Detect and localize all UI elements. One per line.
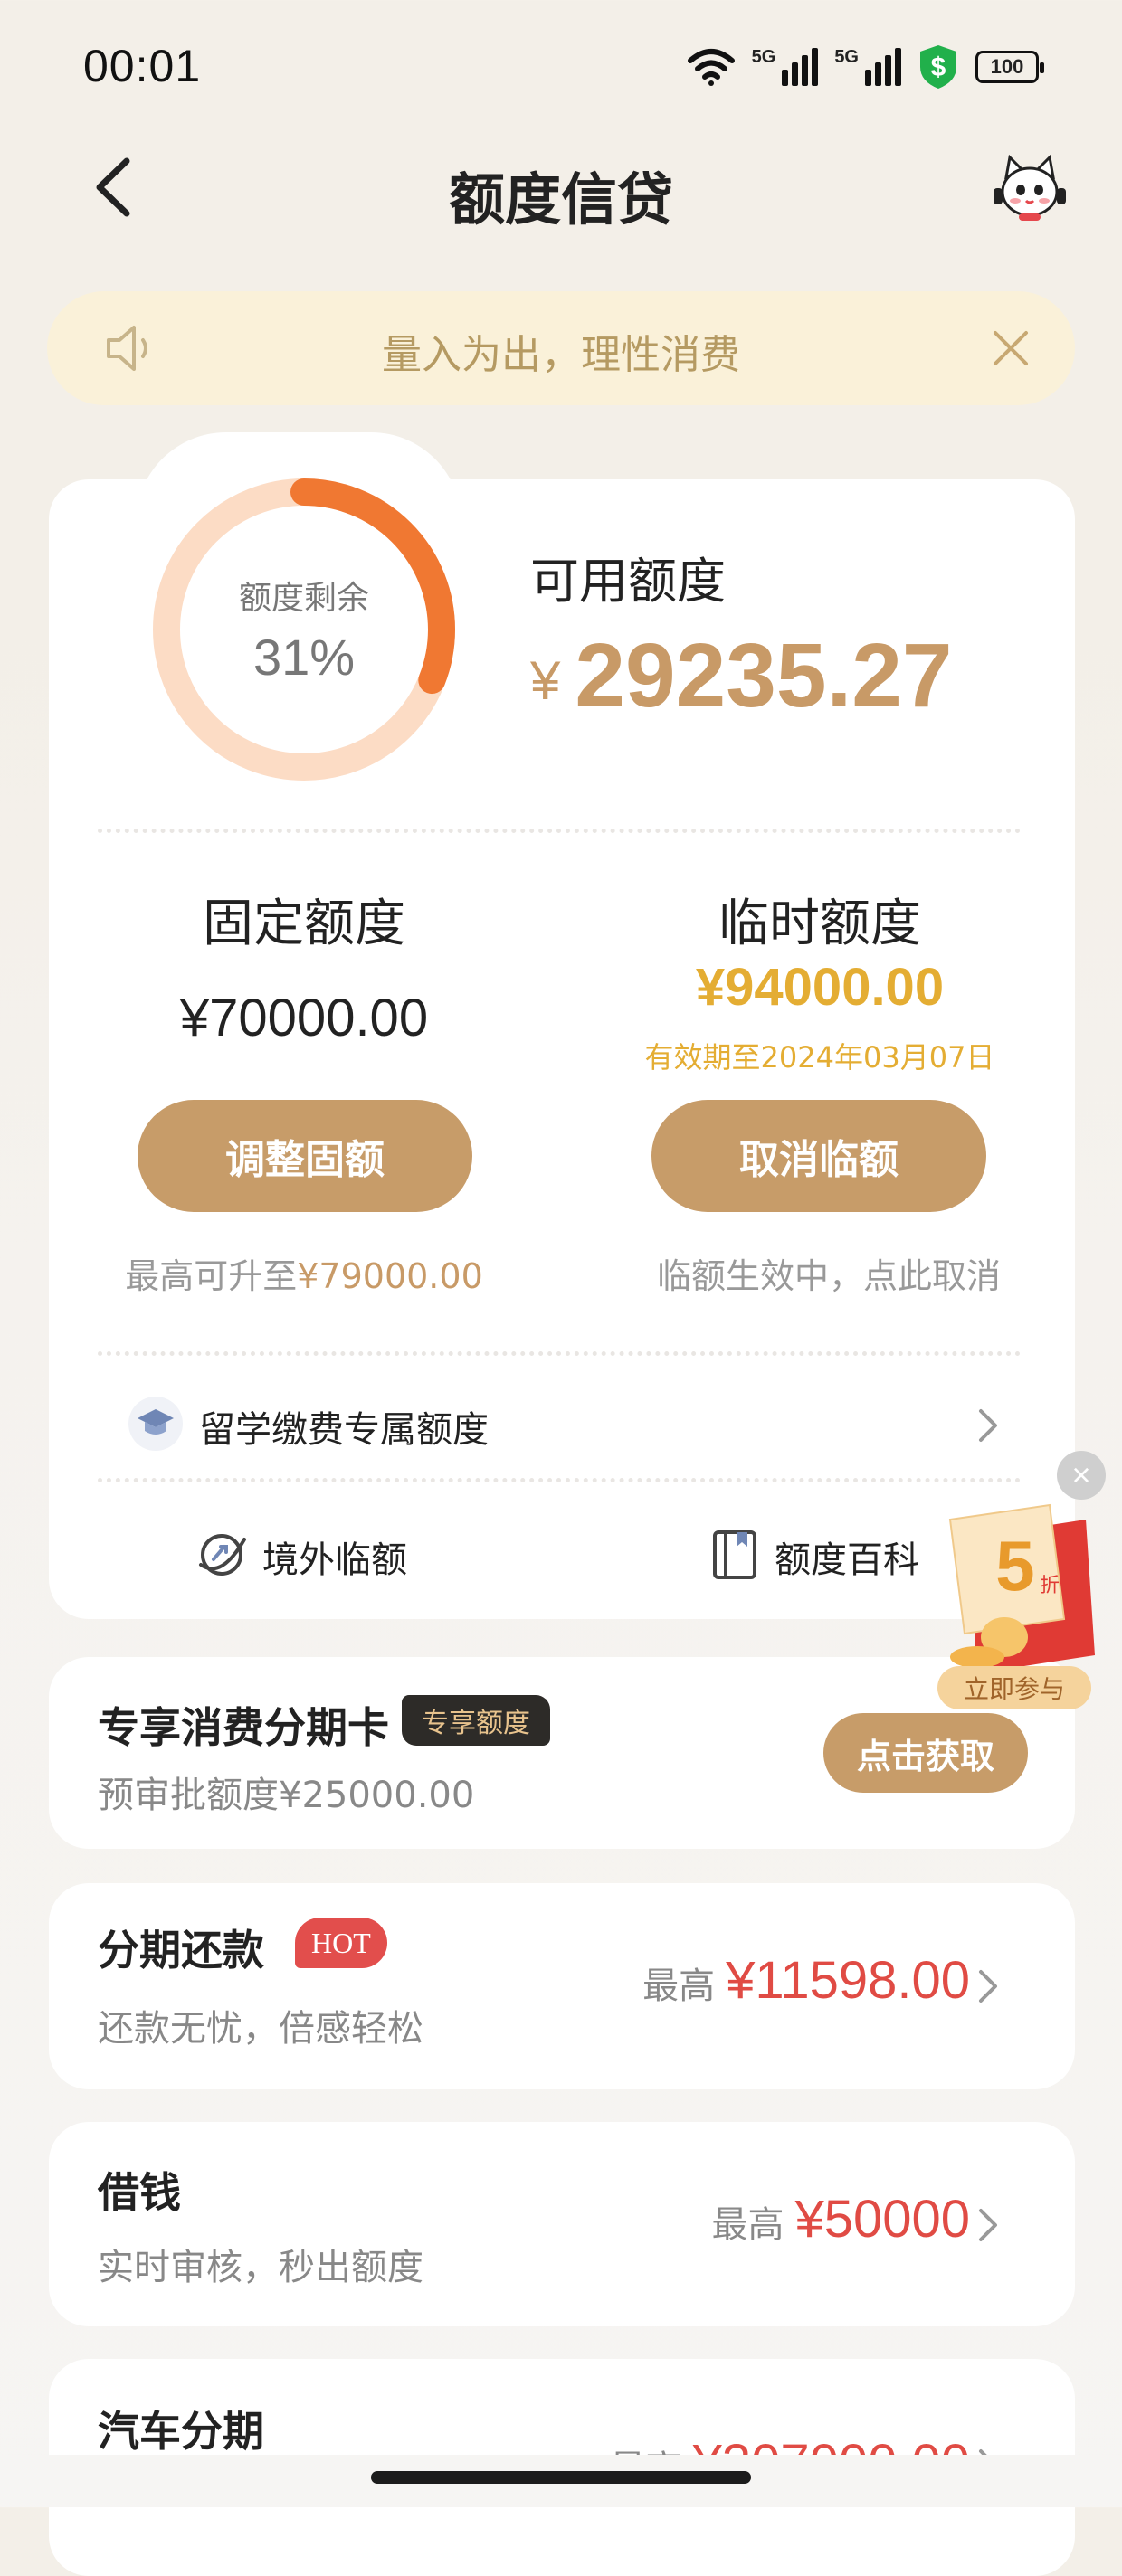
list-item-subtitle: 还款无忧，倍感轻松 (98, 2008, 423, 2050)
remaining-label: 额度剩余 (238, 580, 369, 617)
shield-dollar-icon: $ (920, 45, 956, 89)
signal-icon: 5G (752, 48, 819, 86)
available-amount: ¥29235.27 (530, 624, 952, 728)
close-icon[interactable] (990, 327, 1032, 369)
temp-quota-hint[interactable]: 临额生效中，点此取消 (612, 1248, 1046, 1298)
home-indicator[interactable] (371, 2471, 751, 2484)
get-installment-card-button[interactable]: 点击获取 (823, 1713, 1028, 1793)
overseas-quota-link[interactable]: 境外临额 (262, 1530, 407, 1583)
chevron-right-icon[interactable] (977, 1968, 999, 2004)
graduation-cap-icon (128, 1397, 183, 1451)
max-value: ¥11598.00 (726, 1951, 970, 2010)
installment-card-subtitle: 预审批额度¥25000.00 (98, 1775, 475, 1816)
currency-symbol: ¥ (530, 650, 561, 711)
study-abroad-quota-link[interactable]: 留学缴费专属额度 (199, 1400, 489, 1453)
temp-quota-amount: ¥94000.00 (695, 958, 945, 1017)
network-label: 5G (751, 47, 776, 67)
divider (98, 1351, 1021, 1356)
fixed-quota-title: 固定额度 (203, 895, 405, 953)
divider (98, 1478, 1021, 1482)
quota-wiki-link[interactable]: 额度百科 (775, 1530, 919, 1583)
chevron-right-icon[interactable] (977, 1407, 999, 1444)
banner-text: 量入为出，理性消费 (382, 332, 740, 378)
max-label: 最高 (642, 1965, 716, 2007)
status-time: 00:01 (83, 41, 202, 91)
installment-card-title: 专享消费分期卡 (98, 1703, 389, 1752)
hint-amount: ¥79000.00 (297, 1256, 483, 1296)
fixed-quota-amount: ¥70000.00 (179, 989, 429, 1047)
fixed-quota-hint: 最高可升至¥79000.00 (87, 1248, 521, 1298)
battery-icon: 100 (975, 51, 1044, 83)
overseas-quota-icon[interactable] (195, 1529, 248, 1581)
hot-badge: HOT (295, 1918, 387, 1968)
wifi-icon (687, 49, 735, 86)
max-value: ¥50000 (794, 2190, 970, 2249)
divider (98, 829, 1021, 833)
remaining-percent: 31% (252, 629, 356, 686)
reminder-banner: 量入为出，理性消费 (47, 291, 1075, 405)
status-icons: 5G 5G $ 100 (687, 40, 1044, 94)
cancel-temp-quota-button[interactable]: 取消临额 (651, 1100, 986, 1212)
list-item-subtitle: 实时审核，秒出额度 (98, 2247, 423, 2288)
max-label: 最高 (711, 2204, 784, 2246)
svg-text:$: $ (931, 52, 946, 82)
book-icon[interactable] (711, 1529, 758, 1581)
list-item-title: 分期还款 (98, 1926, 264, 1975)
list-item-title: 借钱 (98, 2168, 181, 2217)
promo-badge: 5 (995, 1526, 1034, 1605)
page-title: 额度信贷 (448, 166, 673, 232)
customer-service-mascot-icon[interactable] (992, 154, 1068, 223)
available-amount-value: 29235.27 (575, 625, 953, 726)
temp-quota-expiry: 有效期至2024年03月07日 (644, 1040, 995, 1075)
chevron-right-icon[interactable] (977, 2207, 999, 2243)
list-item-title: 汽车分期 (98, 2407, 264, 2456)
promo-badge-unit: 折 (1040, 1575, 1060, 1597)
available-label: 可用额度 (530, 553, 726, 610)
promo-close-icon[interactable]: × (1057, 1451, 1106, 1500)
list-item-max: 最高 ¥50000 (711, 2189, 970, 2249)
network-label: 5G (834, 47, 859, 67)
promo-join-button[interactable]: 立即参与 (937, 1666, 1091, 1709)
list-item-max: 最高 ¥11598.00 (642, 1950, 970, 2011)
exclusive-quota-tag: 专享额度 (402, 1695, 550, 1746)
signal-icon: 5G (834, 48, 901, 86)
adjust-fixed-quota-button[interactable]: 调整固额 (138, 1100, 472, 1212)
hint-prefix: 最高可升至 (125, 1256, 298, 1296)
temp-quota-title: 临时额度 (718, 895, 921, 953)
